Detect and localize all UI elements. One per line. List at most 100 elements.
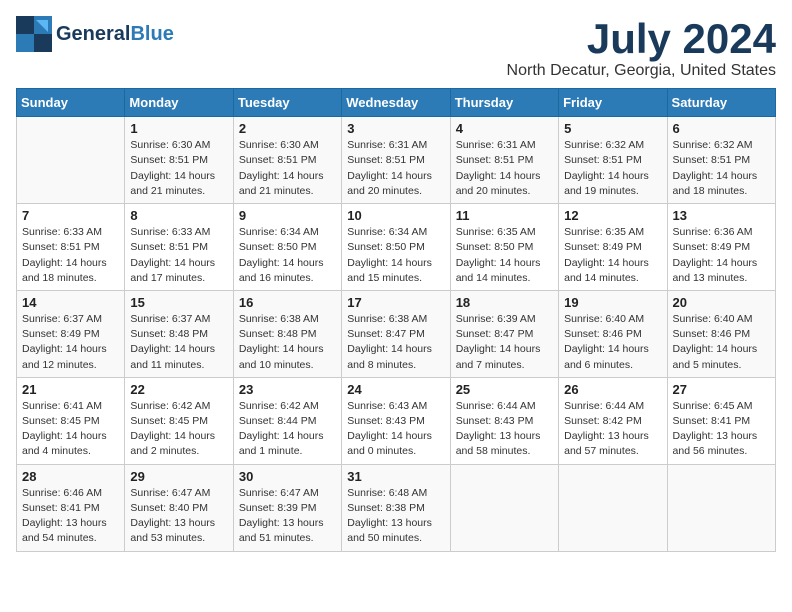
day-number: 30 — [239, 469, 336, 484]
calendar-header-row: SundayMondayTuesdayWednesdayThursdayFrid… — [17, 89, 776, 117]
calendar-cell: 19Sunrise: 6:40 AM Sunset: 8:46 PM Dayli… — [559, 290, 667, 377]
calendar-cell: 24 Sunrise: 6:43 AM Sunset: 8:43 PM Dayli… — [342, 377, 450, 464]
header-thursday: Thursday — [450, 89, 558, 117]
day-number: 29 — [130, 469, 227, 484]
day-info: Sunrise: 6:35 AM Sunset: 8:49 PM Dayligh… — [564, 225, 661, 286]
day-info: Sunrise: 6:44 AM Sunset: 8:43 PM Dayligh… — [456, 399, 553, 460]
day-info: Sunrise: 6:34 AM Sunset: 8:50 PM Dayligh… — [347, 225, 444, 286]
calendar-cell: 11 Sunrise: 6:35 AM Sunset: 8:50 PM Dayli… — [450, 204, 558, 291]
logo-line2: Blue — [130, 23, 173, 45]
month-year: July 2024 — [507, 16, 776, 62]
calendar-cell: 13Sunrise: 6:36 AM Sunset: 8:49 PM Dayli… — [667, 204, 775, 291]
calendar-cell: 6Sunrise: 6:32 AM Sunset: 8:51 PM Daylig… — [667, 117, 775, 204]
calendar-cell: 23Sunrise: 6:42 AM Sunset: 8:44 PM Dayli… — [233, 377, 341, 464]
day-info: Sunrise: 6:38 AM Sunset: 8:47 PM Dayligh… — [347, 312, 444, 373]
day-info: Sunrise: 6:33 AM Sunset: 8:51 PM Dayligh… — [22, 225, 119, 286]
day-number: 15 — [130, 295, 227, 310]
day-number: 4 — [456, 121, 553, 136]
calendar-cell: 20 Sunrise: 6:40 AM Sunset: 8:46 PM Dayli… — [667, 290, 775, 377]
calendar-cell: 17 Sunrise: 6:38 AM Sunset: 8:47 PM Dayli… — [342, 290, 450, 377]
day-number: 1 — [130, 121, 227, 136]
day-number: 12 — [564, 208, 661, 223]
calendar-cell: 18 Sunrise: 6:39 AM Sunset: 8:47 PM Dayli… — [450, 290, 558, 377]
calendar-cell: 9Sunrise: 6:34 AM Sunset: 8:50 PM Daylig… — [233, 204, 341, 291]
day-number: 8 — [130, 208, 227, 223]
day-info: Sunrise: 6:43 AM Sunset: 8:43 PM Dayligh… — [347, 399, 444, 460]
day-number: 25 — [456, 382, 553, 397]
day-info: Sunrise: 6:32 AM Sunset: 8:51 PM Dayligh… — [564, 138, 661, 199]
day-info: Sunrise: 6:35 AM Sunset: 8:50 PM Dayligh… — [456, 225, 553, 286]
day-number: 2 — [239, 121, 336, 136]
header-tuesday: Tuesday — [233, 89, 341, 117]
calendar-cell: 22Sunrise: 6:42 AM Sunset: 8:45 PM Dayli… — [125, 377, 233, 464]
week-row-4: 21 Sunrise: 6:41 AM Sunset: 8:45 PM Dayli… — [17, 377, 776, 464]
header-wednesday: Wednesday — [342, 89, 450, 117]
calendar-table: SundayMondayTuesdayWednesdayThursdayFrid… — [16, 88, 776, 551]
day-number: 18 — [456, 295, 553, 310]
day-number: 24 — [347, 382, 444, 397]
week-row-5: 28 Sunrise: 6:46 AM Sunset: 8:41 PM Dayli… — [17, 464, 776, 551]
calendar-cell: 30 Sunrise: 6:47 AM Sunset: 8:39 PM Dayli… — [233, 464, 341, 551]
week-row-1: 1 Sunrise: 6:30 AM Sunset: 8:51 PM Daylig… — [17, 117, 776, 204]
day-info: Sunrise: 6:32 AM Sunset: 8:51 PM Dayligh… — [673, 138, 770, 199]
calendar-cell — [17, 117, 125, 204]
calendar-cell — [667, 464, 775, 551]
day-number: 21 — [22, 382, 119, 397]
day-info: Sunrise: 6:46 AM Sunset: 8:41 PM Dayligh… — [22, 486, 119, 547]
header-monday: Monday — [125, 89, 233, 117]
day-info: Sunrise: 6:45 AM Sunset: 8:41 PM Dayligh… — [673, 399, 770, 460]
day-number: 20 — [673, 295, 770, 310]
day-info: Sunrise: 6:33 AM Sunset: 8:51 PM Dayligh… — [130, 225, 227, 286]
calendar-cell: 26Sunrise: 6:44 AM Sunset: 8:42 PM Dayli… — [559, 377, 667, 464]
calendar-cell: 31 Sunrise: 6:48 AM Sunset: 8:38 PM Dayli… — [342, 464, 450, 551]
day-number: 28 — [22, 469, 119, 484]
day-info: Sunrise: 6:30 AM Sunset: 8:51 PM Dayligh… — [239, 138, 336, 199]
calendar-cell: 12 Sunrise: 6:35 AM Sunset: 8:49 PM Dayli… — [559, 204, 667, 291]
day-number: 3 — [347, 121, 444, 136]
day-number: 10 — [347, 208, 444, 223]
logo: GeneralBlue — [16, 16, 174, 52]
day-number: 9 — [239, 208, 336, 223]
day-info: Sunrise: 6:47 AM Sunset: 8:39 PM Dayligh… — [239, 486, 336, 547]
calendar-cell: 21 Sunrise: 6:41 AM Sunset: 8:45 PM Dayli… — [17, 377, 125, 464]
header-saturday: Saturday — [667, 89, 775, 117]
day-info: Sunrise: 6:37 AM Sunset: 8:48 PM Dayligh… — [130, 312, 227, 373]
calendar-cell: 15 Sunrise: 6:37 AM Sunset: 8:48 PM Dayli… — [125, 290, 233, 377]
calendar-cell: 4Sunrise: 6:31 AM Sunset: 8:51 PM Daylig… — [450, 117, 558, 204]
day-info: Sunrise: 6:41 AM Sunset: 8:45 PM Dayligh… — [22, 399, 119, 460]
day-info: Sunrise: 6:48 AM Sunset: 8:38 PM Dayligh… — [347, 486, 444, 547]
day-info: Sunrise: 6:37 AM Sunset: 8:49 PM Dayligh… — [22, 312, 119, 373]
day-info: Sunrise: 6:31 AM Sunset: 8:51 PM Dayligh… — [347, 138, 444, 199]
logo-line1: General — [56, 23, 130, 45]
day-info: Sunrise: 6:42 AM Sunset: 8:45 PM Dayligh… — [130, 399, 227, 460]
calendar-cell: 8 Sunrise: 6:33 AM Sunset: 8:51 PM Daylig… — [125, 204, 233, 291]
calendar-cell: 28 Sunrise: 6:46 AM Sunset: 8:41 PM Dayli… — [17, 464, 125, 551]
day-number: 14 — [22, 295, 119, 310]
calendar-cell: 16 Sunrise: 6:38 AM Sunset: 8:48 PM Dayli… — [233, 290, 341, 377]
day-number: 31 — [347, 469, 444, 484]
day-info: Sunrise: 6:38 AM Sunset: 8:48 PM Dayligh… — [239, 312, 336, 373]
calendar-cell: 7 Sunrise: 6:33 AM Sunset: 8:51 PM Daylig… — [17, 204, 125, 291]
week-row-3: 14 Sunrise: 6:37 AM Sunset: 8:49 PM Dayli… — [17, 290, 776, 377]
logo-icon — [16, 16, 52, 52]
calendar-cell: 2 Sunrise: 6:30 AM Sunset: 8:51 PM Daylig… — [233, 117, 341, 204]
day-info: Sunrise: 6:39 AM Sunset: 8:47 PM Dayligh… — [456, 312, 553, 373]
calendar-cell: 3 Sunrise: 6:31 AM Sunset: 8:51 PM Daylig… — [342, 117, 450, 204]
day-number: 27 — [673, 382, 770, 397]
week-row-2: 7 Sunrise: 6:33 AM Sunset: 8:51 PM Daylig… — [17, 204, 776, 291]
day-number: 26 — [564, 382, 661, 397]
title-block: July 2024 North Decatur, Georgia, United… — [507, 16, 776, 80]
day-info: Sunrise: 6:30 AM Sunset: 8:51 PM Dayligh… — [130, 138, 227, 199]
day-number: 16 — [239, 295, 336, 310]
day-number: 7 — [22, 208, 119, 223]
day-info: Sunrise: 6:40 AM Sunset: 8:46 PM Dayligh… — [673, 312, 770, 373]
day-number: 17 — [347, 295, 444, 310]
calendar-cell — [559, 464, 667, 551]
day-info: Sunrise: 6:40 AM Sunset: 8:46 PM Dayligh… — [564, 312, 661, 373]
header-sunday: Sunday — [17, 89, 125, 117]
calendar-cell: 25 Sunrise: 6:44 AM Sunset: 8:43 PM Dayli… — [450, 377, 558, 464]
day-number: 11 — [456, 208, 553, 223]
day-info: Sunrise: 6:42 AM Sunset: 8:44 PM Dayligh… — [239, 399, 336, 460]
calendar-cell: 1 Sunrise: 6:30 AM Sunset: 8:51 PM Daylig… — [125, 117, 233, 204]
calendar-cell: 5Sunrise: 6:32 AM Sunset: 8:51 PM Daylig… — [559, 117, 667, 204]
